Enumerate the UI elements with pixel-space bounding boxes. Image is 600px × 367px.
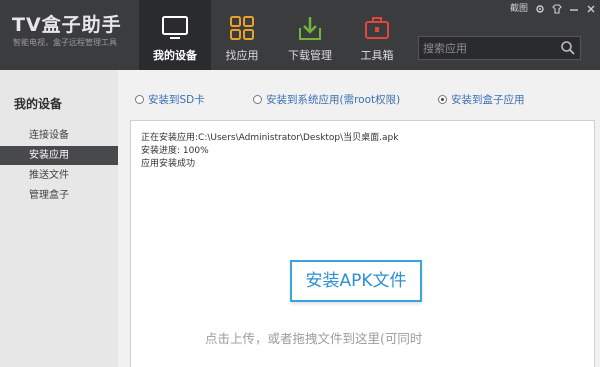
skin-icon[interactable] bbox=[552, 4, 562, 14]
nav-download-manager[interactable]: 下载管理 bbox=[274, 0, 346, 70]
app-subtitle: 智能电视，盒子远程管理工具 bbox=[13, 38, 117, 47]
search-input[interactable] bbox=[423, 39, 553, 57]
search-box bbox=[418, 36, 581, 60]
radio-label: 安装到SD卡 bbox=[148, 94, 205, 106]
radio-install-system-app[interactable]: 安装到系统应用(需root权限) bbox=[253, 92, 400, 107]
sidebar-item-manage-box[interactable]: 管理盒子 bbox=[0, 186, 118, 205]
sidebar-title: 我的设备 bbox=[14, 97, 63, 111]
nav-label: 下载管理 bbox=[288, 49, 332, 62]
install-log-line: 正在安装应用:C:\Users\Administrator\Desktop\当贝… bbox=[141, 133, 399, 143]
install-drop-zone[interactable]: 正在安装应用:C:\Users\Administrator\Desktop\当贝… bbox=[130, 120, 595, 367]
monitor-icon bbox=[162, 16, 188, 39]
close-icon[interactable] bbox=[586, 4, 596, 14]
nav-toolbox[interactable]: 工具箱 bbox=[341, 0, 413, 70]
download-icon bbox=[299, 17, 321, 40]
radio-install-sd-card[interactable]: 安装到SD卡 bbox=[135, 92, 205, 107]
install-log-line: 安装进度: 100% bbox=[141, 146, 209, 156]
nav-my-devices[interactable]: 我的设备 bbox=[139, 0, 211, 70]
sidebar-item-connect-device[interactable]: 连接设备 bbox=[0, 126, 118, 145]
radio-label: 安装到系统应用(需root权限) bbox=[266, 94, 401, 106]
minimize-icon[interactable] bbox=[569, 4, 579, 14]
grid-icon bbox=[230, 16, 254, 40]
radio-button[interactable] bbox=[135, 95, 144, 104]
upload-hint: 点击上传，或者拖拽文件到这里(可同时 bbox=[205, 331, 423, 346]
radio-label: 安装到盒子应用 bbox=[451, 94, 525, 106]
nav-find-apps[interactable]: 找应用 bbox=[206, 0, 278, 70]
screenshot-button[interactable]: 截图 bbox=[510, 3, 528, 15]
search-icon[interactable] bbox=[560, 40, 576, 56]
radio-button[interactable] bbox=[438, 95, 447, 104]
window-controls: 截图 bbox=[510, 2, 596, 16]
radio-install-box-app[interactable]: 安装到盒子应用 bbox=[438, 92, 525, 107]
main-content: 安装到SD卡 安装到系统应用(需root权限) 安装到盒子应用 正在安装应用:C… bbox=[118, 70, 600, 367]
install-apk-button[interactable]: 安装APK文件 bbox=[290, 260, 422, 302]
app-title: TV盒子助手 bbox=[12, 14, 122, 36]
radio-button[interactable] bbox=[253, 95, 262, 104]
nav-label: 找应用 bbox=[225, 49, 259, 62]
settings-icon[interactable] bbox=[535, 4, 545, 14]
title-bar: TV盒子助手 智能电视，盒子远程管理工具 我的设备 找应用 下载管理 工具箱 搜… bbox=[0, 0, 600, 70]
toolbox-icon bbox=[365, 17, 389, 39]
sidebar-item-push-file[interactable]: 推送文件 bbox=[0, 166, 118, 185]
install-log-line: 应用安装成功 bbox=[141, 159, 196, 169]
nav-label: 我的设备 bbox=[153, 49, 197, 62]
sidebar: 我的设备 连接设备 安装应用 推送文件 管理盒子 bbox=[0, 70, 118, 367]
nav-label: 工具箱 bbox=[360, 49, 394, 62]
sidebar-item-install-app[interactable]: 安装应用 bbox=[0, 146, 118, 165]
